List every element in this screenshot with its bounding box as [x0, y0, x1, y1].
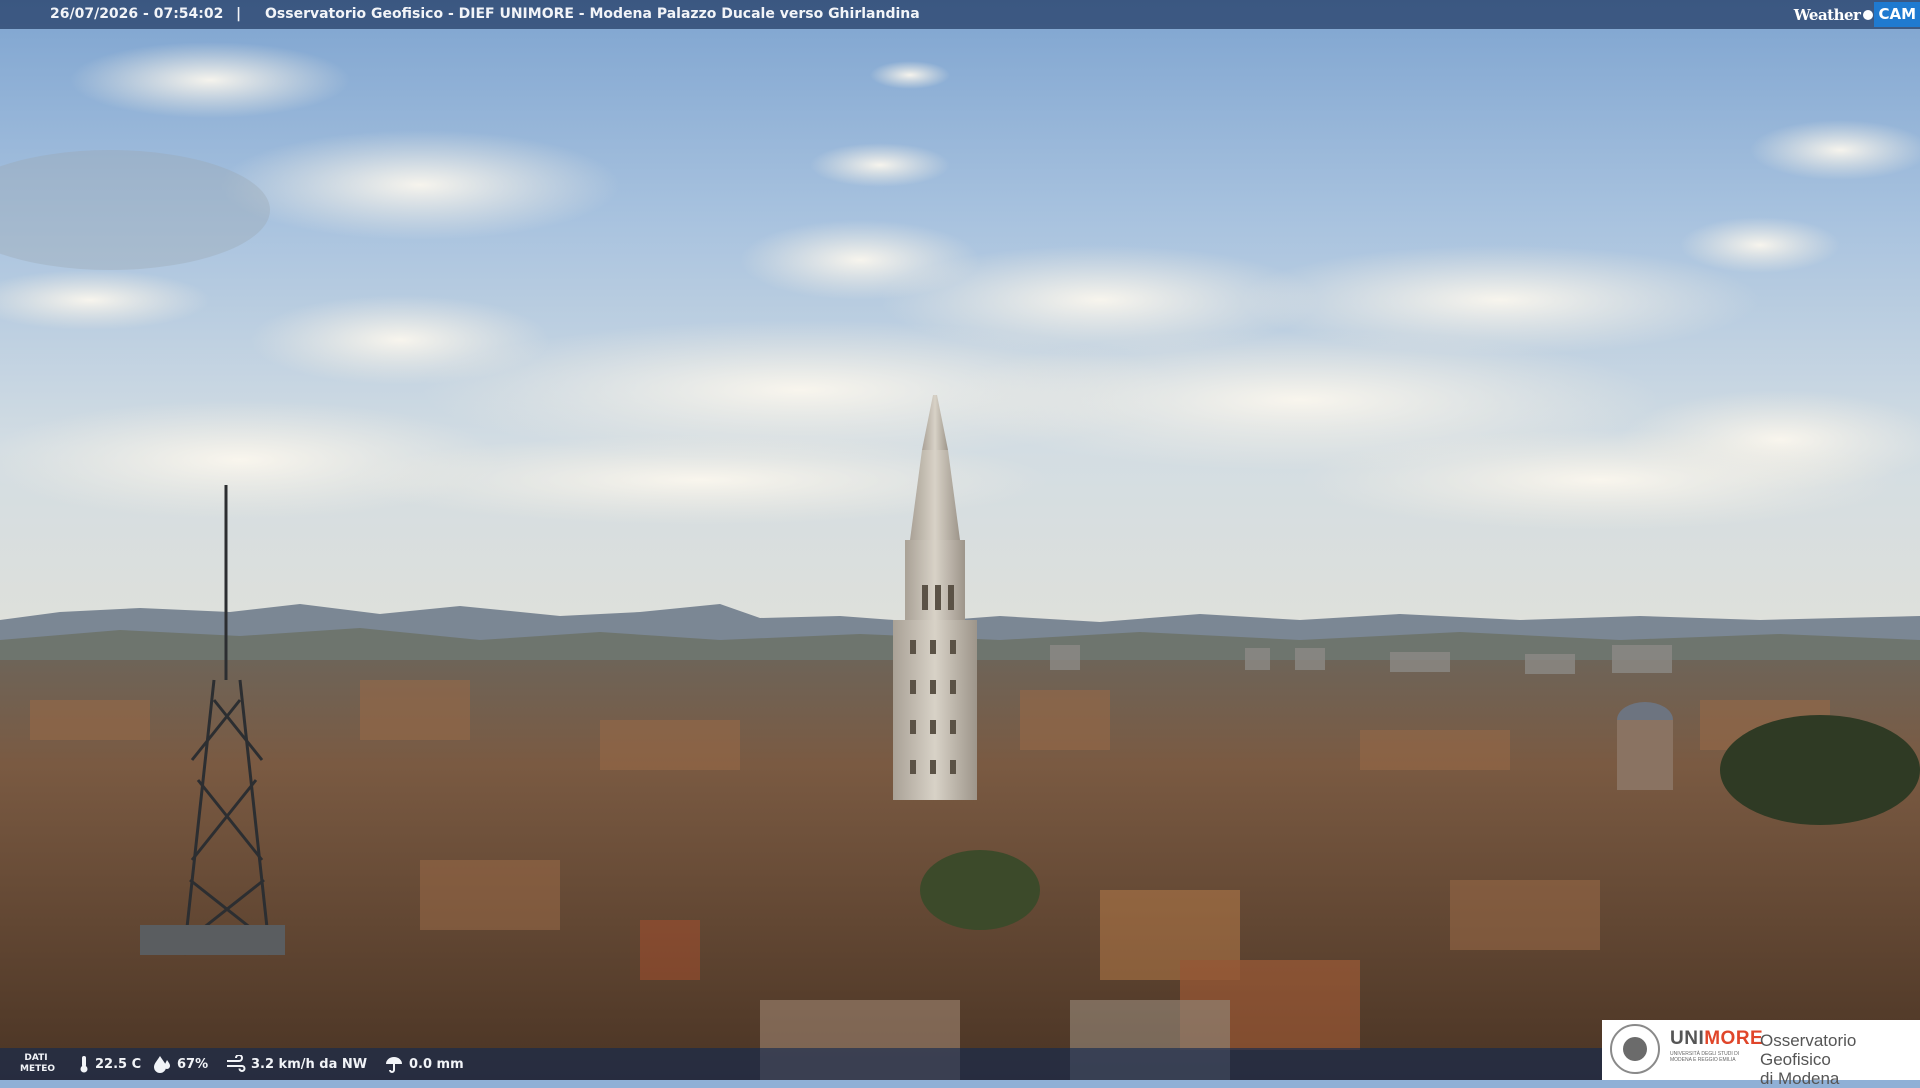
temperature-readout: 22.5 C: [78, 1056, 142, 1073]
weathercam-cam-badge: CAM: [1874, 2, 1920, 27]
thermometer-icon: [80, 1056, 88, 1073]
weathercam-dot-icon: [1863, 9, 1874, 20]
wind-icon: [227, 1055, 246, 1072]
rain-value: 0.0 mm: [409, 1056, 464, 1072]
weathercam-word: Weather: [1793, 5, 1861, 24]
meteo-bar: DATI METEO 22.5 C 67% 3.2 km/h da NW 0.0…: [0, 1048, 1602, 1080]
humidity-drop-icon: [154, 1056, 170, 1073]
humidity-value: 67%: [177, 1056, 209, 1072]
meteo-label: DATI METEO: [20, 1053, 56, 1074]
timestamp: 26/07/2026 - 07:54:02: [50, 6, 224, 22]
wind-value: 3.2 km/h da NW: [251, 1056, 368, 1072]
wind-readout: 3.2 km/h da NW: [226, 1055, 368, 1072]
temperature-value: 22.5 C: [95, 1056, 142, 1072]
humidity-readout: 67%: [152, 1056, 209, 1073]
webcam-scene: [0, 0, 1920, 1080]
camera-title: Osservatorio Geofisico - DIEF UNIMORE - …: [265, 6, 920, 22]
unimore-subtitle: UNIVERSITÀ DEGLI STUDI DI MODENA E REGGI…: [1670, 1051, 1740, 1063]
observatory-name: Osservatorio Geofisico di Modena: [1760, 1031, 1857, 1088]
separator: |: [236, 6, 242, 22]
university-seal-icon: [1610, 1024, 1660, 1074]
weathercam-logo: Weather CAM: [1794, 2, 1920, 27]
rain-icon: [386, 1057, 402, 1073]
unimore-logo-panel: UNIMORE UNIVERSITÀ DEGLI STUDI DI MODENA…: [1602, 1020, 1920, 1088]
info-bar-top: 26/07/2026 - 07:54:02 | Osservatorio Geo…: [0, 0, 1920, 29]
unimore-wordmark: UNIMORE: [1670, 1028, 1764, 1049]
rain-readout: 0.0 mm: [384, 1056, 464, 1073]
